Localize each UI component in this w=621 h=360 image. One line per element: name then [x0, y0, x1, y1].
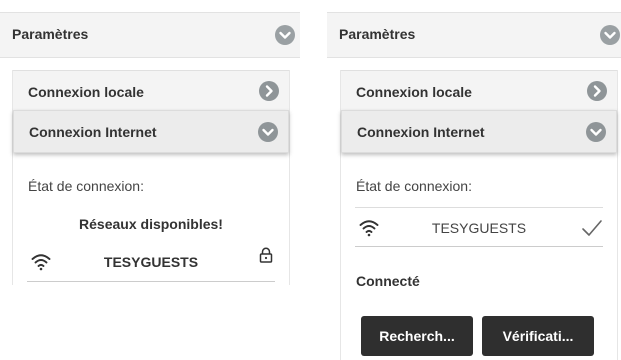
lock-icon	[259, 247, 273, 268]
network-list-item[interactable]: TESYGUESTS	[355, 207, 603, 247]
row-local-connection[interactable]: Connexion locale	[13, 70, 289, 110]
settings-panel-left: Paramètres Connexion locale Connexion In…	[0, 0, 300, 285]
chevron-right-icon[interactable]	[587, 81, 607, 101]
row-internet-connection[interactable]: Connexion Internet	[13, 110, 289, 153]
settings-panel-right: Paramètres Connexion locale Connexion In…	[327, 0, 621, 360]
settings-header[interactable]: Paramètres	[327, 12, 621, 58]
checkmark-icon	[581, 218, 603, 243]
settings-header[interactable]: Paramètres	[0, 12, 300, 58]
network-ssid: TESYGUESTS	[103, 254, 199, 270]
chevron-down-icon[interactable]	[258, 122, 278, 142]
row-internet-connection[interactable]: Connexion Internet	[341, 110, 617, 153]
connected-status: Connecté	[356, 273, 420, 289]
connection-card: Connexion locale Connexion Internet État…	[12, 70, 290, 285]
chevron-down-icon[interactable]	[275, 25, 295, 45]
search-button[interactable]: Recherch...	[361, 316, 473, 356]
row-label: Connexion Internet	[29, 124, 157, 140]
chevron-down-icon[interactable]	[600, 25, 620, 45]
row-label: Connexion locale	[356, 84, 472, 100]
chevron-down-icon[interactable]	[586, 122, 606, 142]
verify-button[interactable]: Vérificati...	[482, 316, 594, 356]
settings-title: Paramètres	[339, 26, 416, 42]
settings-title: Paramètres	[12, 26, 89, 42]
row-label: Connexion locale	[28, 84, 144, 100]
connection-card: Connexion locale Connexion Internet État…	[340, 70, 618, 360]
connection-status-label: État de connexion:	[28, 178, 144, 194]
network-ssid: TESYGUESTS	[431, 220, 527, 236]
connection-status-label: État de connexion:	[356, 178, 472, 194]
row-local-connection[interactable]: Connexion locale	[341, 70, 617, 110]
row-label: Connexion Internet	[357, 124, 485, 140]
chevron-right-icon[interactable]	[259, 81, 279, 101]
available-networks-label: Réseaux disponibles!	[79, 216, 223, 232]
network-list-item[interactable]: TESYGUESTS	[27, 242, 275, 282]
